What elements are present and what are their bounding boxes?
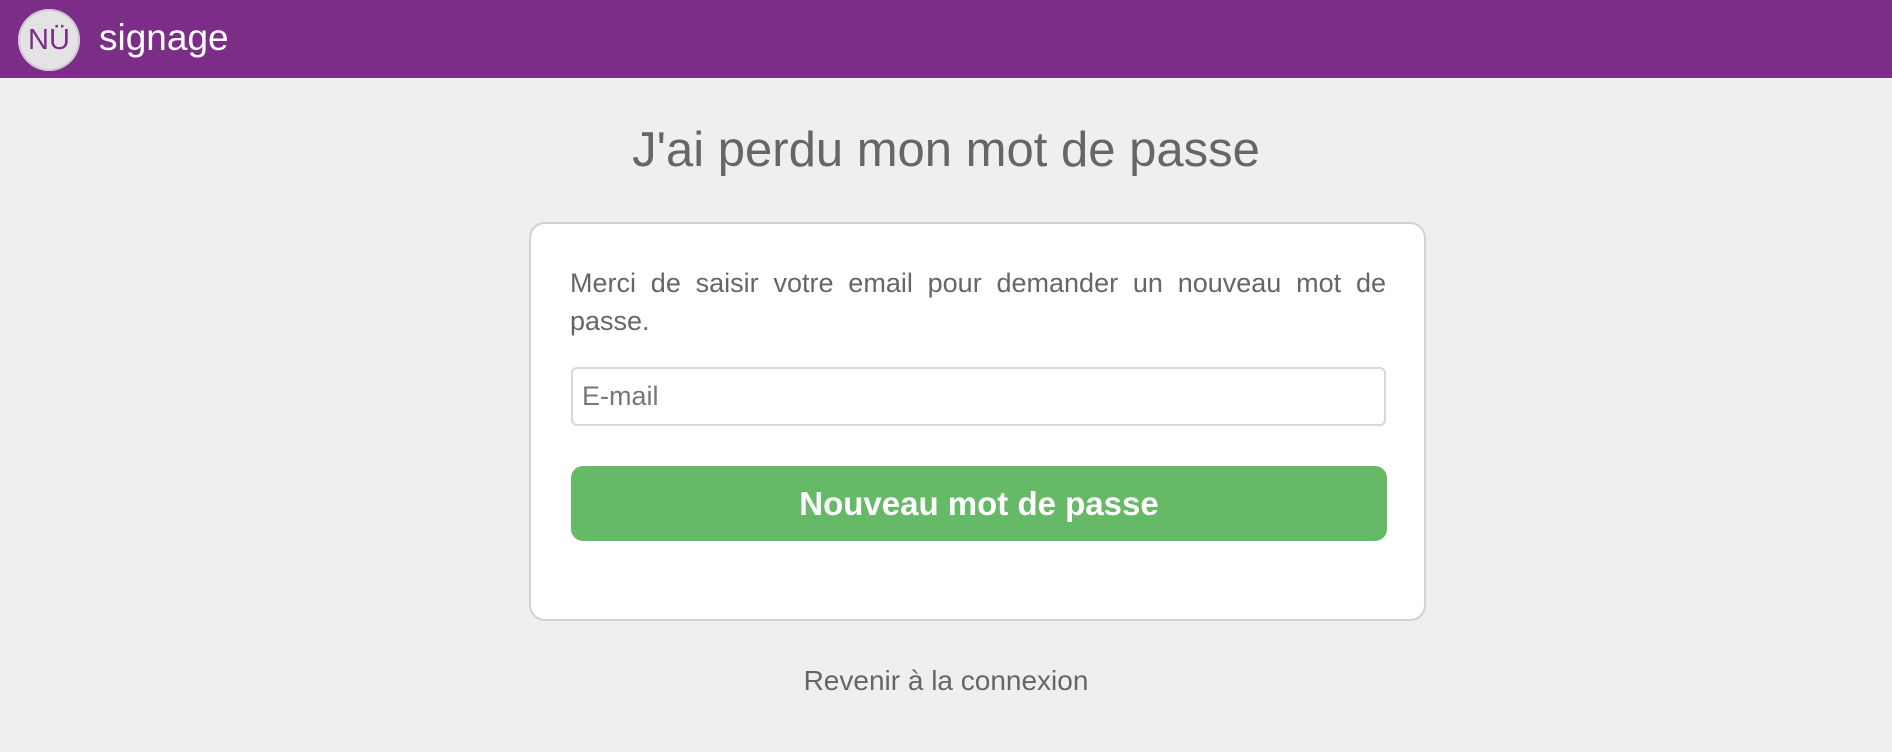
new-password-button[interactable]: Nouveau mot de passe xyxy=(571,466,1387,541)
reset-instruction: Merci de saisir votre email pour demande… xyxy=(570,268,1386,336)
brand-name: signage xyxy=(99,17,229,58)
top-navigation-bar: NÜ signage xyxy=(0,0,1892,78)
nu-logo: NÜ xyxy=(18,9,80,71)
email-input[interactable] xyxy=(571,367,1386,426)
page-title: J'ai perdu mon mot de passe xyxy=(632,123,1260,177)
back-to-login-link[interactable]: Revenir à la connexion xyxy=(0,662,1892,700)
logo-text: NÜ xyxy=(28,23,70,56)
reset-password-card: Merci de saisir votre email pour demande… xyxy=(529,222,1426,621)
